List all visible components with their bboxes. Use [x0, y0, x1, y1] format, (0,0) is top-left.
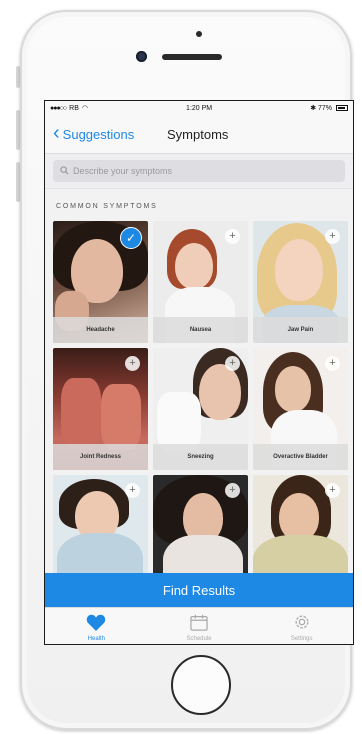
tab-label: Schedule [186, 635, 212, 642]
symptom-label: Joint Redness [53, 444, 148, 470]
add-icon[interactable]: + [225, 229, 240, 244]
symptom-tile-nausea[interactable]: Nausea + [153, 221, 248, 343]
add-icon[interactable]: + [325, 229, 340, 244]
section-title: COMMON SYMPTOMS [56, 203, 158, 210]
home-button[interactable] [171, 655, 231, 715]
checkmark-icon[interactable]: ✓ [120, 227, 142, 249]
tab-bar: Health Schedule Settings [45, 607, 353, 644]
symptom-label: Overactive Bladder [253, 444, 348, 470]
carrier-name: RB [69, 104, 79, 112]
add-icon[interactable]: + [325, 483, 340, 498]
wifi-icon: ◠ [81, 105, 88, 112]
symptom-label: Jaw Pain [253, 317, 348, 343]
back-button[interactable]: ‹ Suggestions [53, 122, 135, 144]
earpiece-speaker [162, 54, 222, 60]
tab-label: Settings [290, 636, 313, 642]
heart-icon [86, 614, 106, 633]
symptom-label: Headache [53, 317, 148, 343]
bluetooth-icon: ✱ [310, 105, 317, 112]
symptom-tile-overactive-bladder[interactable]: Overactive Bladder + [253, 348, 348, 470]
add-icon[interactable]: + [225, 356, 240, 371]
battery-icon [335, 105, 348, 112]
symptom-tile-joint-redness[interactable]: Joint Redness + [53, 348, 148, 470]
add-icon[interactable]: + [125, 483, 140, 498]
tab-settings[interactable]: Settings [250, 608, 353, 644]
front-camera [136, 51, 147, 62]
search-input[interactable]: Describe your symptoms [53, 160, 345, 182]
battery-percent: 77% [318, 105, 333, 112]
tab-health[interactable]: Health [45, 608, 148, 644]
signal-icon: ●●●○○ [50, 104, 67, 112]
tab-schedule[interactable]: Schedule [148, 608, 251, 644]
navigation-bar: ‹ Suggestions Symptoms [45, 115, 353, 154]
symptom-tile-headache[interactable]: Headache ✓ [53, 221, 148, 343]
add-icon[interactable]: + [225, 483, 240, 498]
symptom-grid: Headache ✓ Nausea + Jaw Pain + Joint Red… [45, 221, 353, 597]
symptom-label: Sneezing [153, 444, 248, 470]
back-label: Suggestions [62, 126, 135, 142]
search-placeholder: Describe your symptoms [73, 166, 173, 176]
app-screen: ●●●○○ RB ◠ 1:20 PM ✱ 77% ‹ Suggestions S… [44, 100, 354, 645]
page-title: Symptoms [167, 126, 229, 142]
gear-icon [293, 613, 311, 633]
status-bar: ●●●○○ RB ◠ 1:20 PM ✱ 77% [45, 101, 353, 115]
tab-label: Health [87, 635, 105, 642]
search-icon [60, 165, 69, 177]
calendar-icon [190, 614, 208, 633]
status-time: 1:20 PM [186, 104, 213, 112]
symptom-label: Nausea [153, 317, 248, 343]
chevron-left-icon: ‹ [53, 122, 60, 144]
add-icon[interactable]: + [325, 356, 340, 371]
add-icon[interactable]: + [125, 356, 140, 371]
search-container: Describe your symptoms [45, 154, 353, 189]
find-results-button[interactable]: Find Results [45, 573, 353, 607]
symptom-tile-sneezing[interactable]: Sneezing + [153, 348, 248, 470]
symptom-tile-jaw-pain[interactable]: Jaw Pain + [253, 221, 348, 343]
proximity-sensor [196, 31, 202, 37]
